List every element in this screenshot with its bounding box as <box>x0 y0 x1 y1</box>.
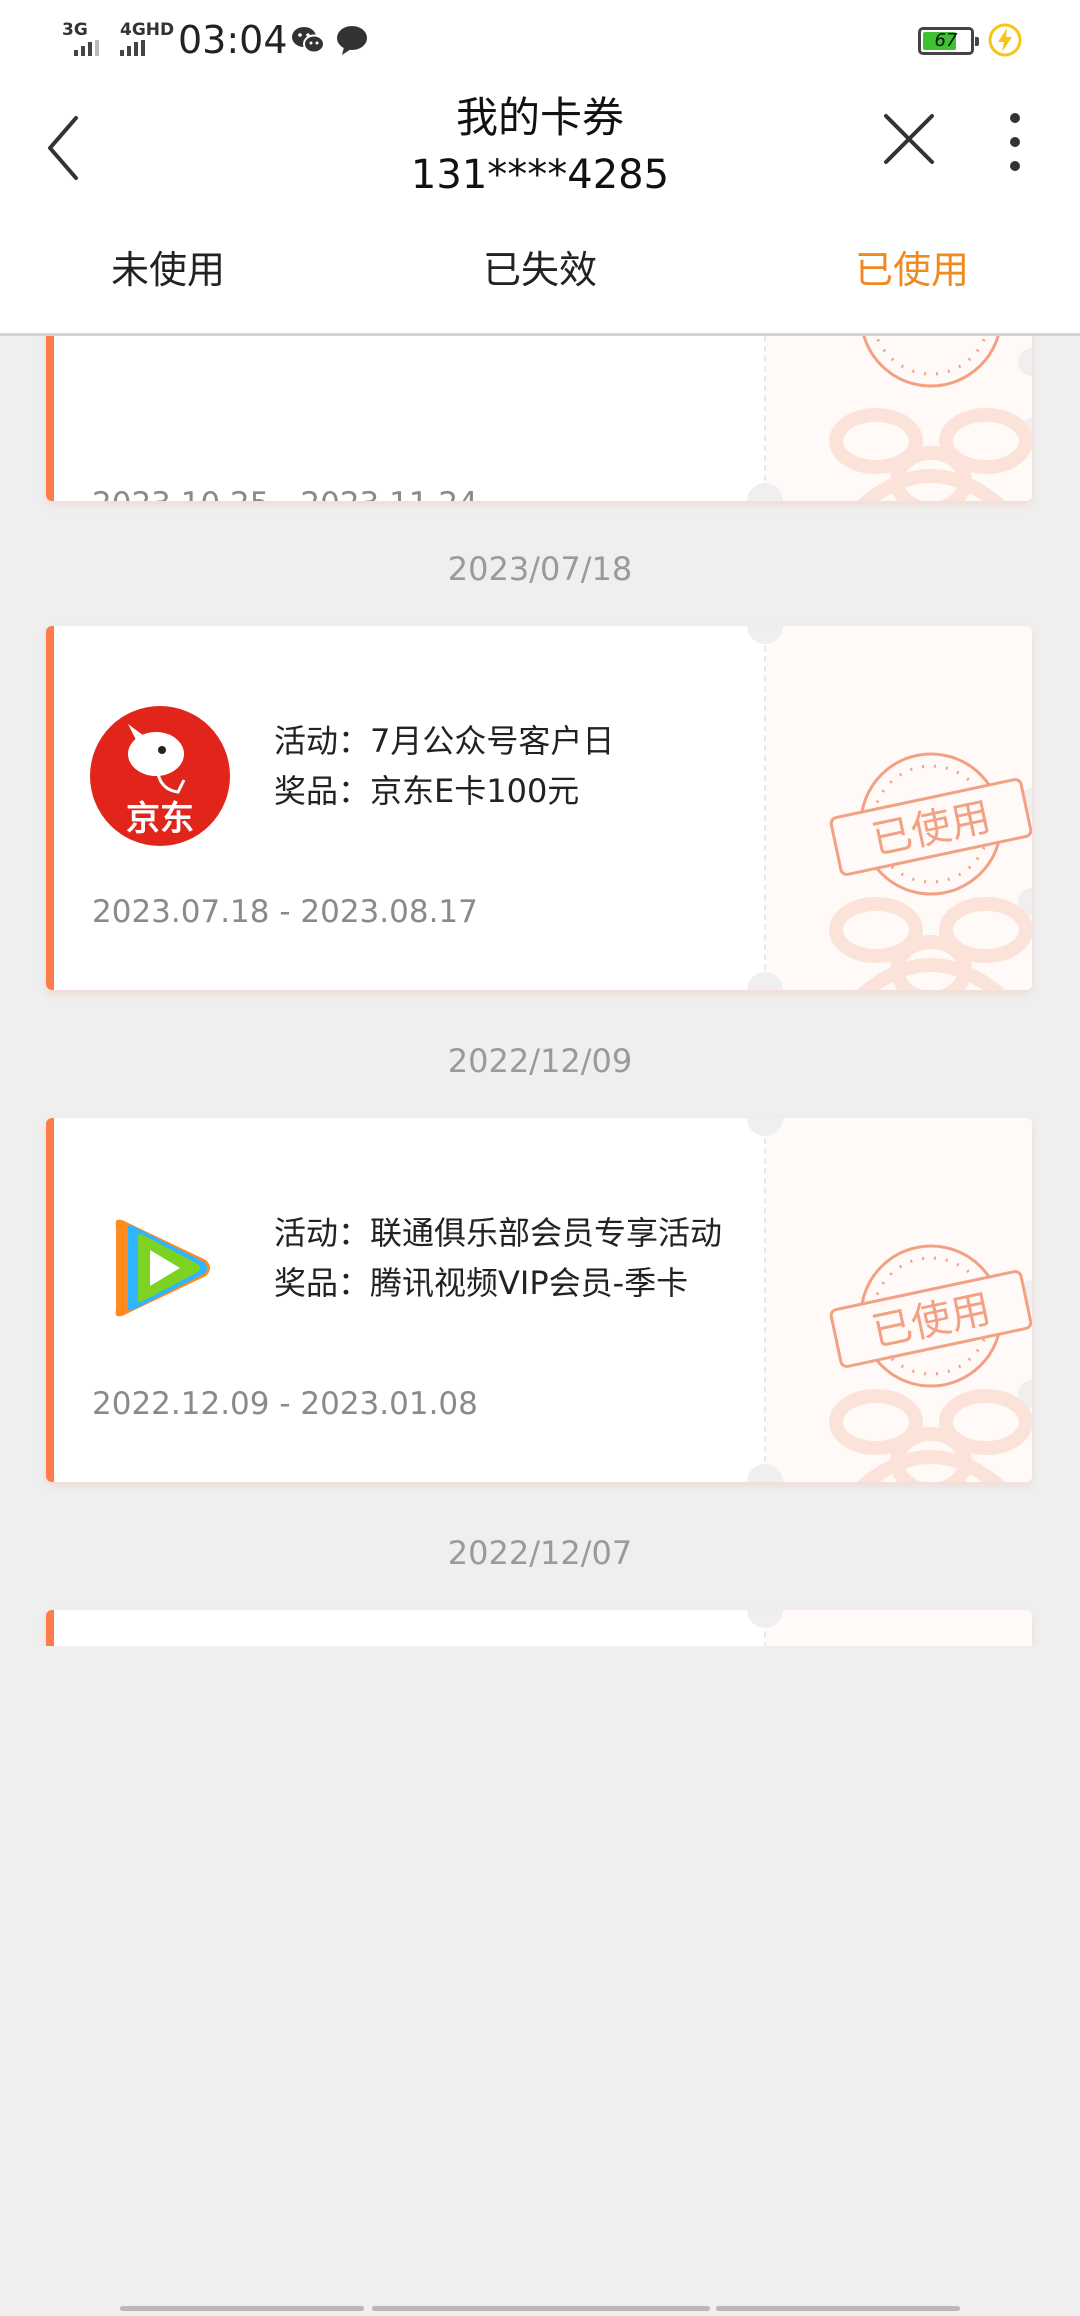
unicom-knot-pattern-icon <box>829 408 1032 501</box>
card-accent-stripe <box>46 1610 54 1646</box>
activity-label: 活动：联通俱乐部会员专享活动 <box>274 1214 723 1252</box>
used-stamp-icon <box>862 336 1000 388</box>
prize-label: 奖品：腾讯视频VIP会员-季卡 <box>274 1264 689 1302</box>
used-stamp-icon: 已使用 <box>829 1244 1032 1388</box>
prize-label: 奖品：京东E卡100元 <box>274 772 580 810</box>
card-accent-stripe <box>46 626 54 990</box>
network-4g-label: 4GHD <box>120 20 175 40</box>
card-accent-stripe <box>46 336 54 501</box>
close-icon[interactable] <box>880 110 938 168</box>
gesture-bar <box>120 2306 364 2311</box>
activity-label: 活动：7月公众号客户日 <box>274 722 615 760</box>
battery-icon: 67 <box>918 27 979 55</box>
gesture-bar <box>372 2306 710 2311</box>
valid-period: 2022.12.09 - 2023.01.08 <box>92 1386 478 1422</box>
more-menu-icon[interactable] <box>998 110 1032 174</box>
battery-percent: 67 <box>934 30 958 51</box>
coupon-card[interactable]: 2023.10.25 - 2023.11.24 <box>46 336 1032 501</box>
message-bubble-icon <box>337 26 367 55</box>
tab-bar: 未使用 已失效 已使用 <box>0 220 1080 336</box>
jd-logo-icon: 京东 <box>90 706 230 846</box>
date-header: 2022/12/07 <box>447 1534 633 1572</box>
coupon-list[interactable]: 2023.10.25 - 2023.11.24 2023/07/18 京东 活动… <box>0 336 1080 1646</box>
charging-bolt-icon <box>988 23 1022 57</box>
wechat-icon <box>292 27 325 54</box>
valid-period: 2023.07.18 - 2023.08.17 <box>92 894 478 930</box>
used-stamp-icon: 已使用 <box>829 752 1032 896</box>
valid-period: 2023.10.25 - 2023.11.24 <box>92 486 478 501</box>
card-accent-stripe <box>46 1118 54 1482</box>
tab-unused[interactable]: 未使用 <box>0 220 348 333</box>
signal-icon <box>74 40 99 56</box>
tencent-video-icon <box>115 1219 210 1317</box>
coupon-card[interactable]: 活动：联通俱乐部会员专享活动 奖品：腾讯视频VIP会员-季卡 已使用 2022.… <box>46 1118 1032 1482</box>
gesture-bar <box>716 2306 960 2311</box>
status-bar: 3G 4GHD 03:04 67 <box>0 0 1080 80</box>
signal-icon <box>120 40 145 56</box>
nav-header: 我的卡券 131****4285 <box>0 80 1080 220</box>
tab-expired[interactable]: 已失效 <box>360 220 720 333</box>
jd-logo-text: 京东 <box>126 799 194 839</box>
date-header: 2022/12/09 <box>447 1042 633 1080</box>
tab-used[interactable]: 已使用 <box>732 220 1080 333</box>
coupon-card[interactable] <box>46 1610 1032 1646</box>
network-3g-label: 3G <box>62 20 88 40</box>
clock: 03:04 <box>178 18 288 62</box>
date-header: 2023/07/18 <box>447 550 633 588</box>
coupon-card[interactable]: 京东 活动：7月公众号客户日 奖品：京东E卡100元 已使用 2023.07.1… <box>46 626 1032 990</box>
